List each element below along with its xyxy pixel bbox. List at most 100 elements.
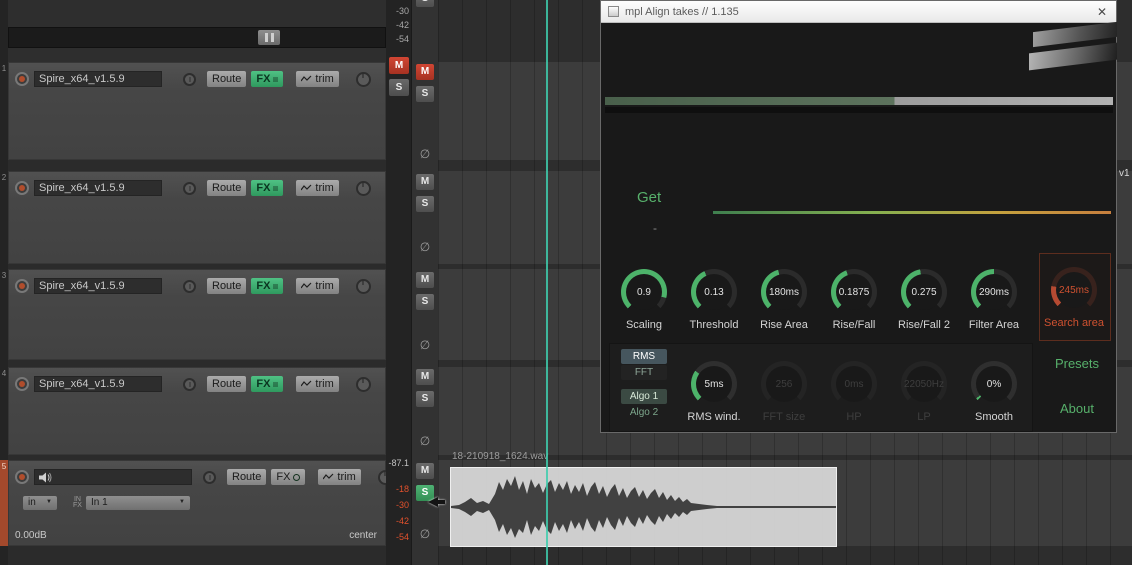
scrollbar-handle[interactable] <box>258 30 280 45</box>
pan-knob[interactable] <box>355 376 371 392</box>
input-select-dropdown[interactable]: In 1 ▼ <box>85 495 190 510</box>
knob-rise-area[interactable]: 180ms Rise Area <box>752 269 816 331</box>
pan-readout[interactable]: center <box>349 530 377 541</box>
pan-knob[interactable] <box>355 180 371 196</box>
knob-value: 0.13 <box>704 286 724 298</box>
presets-button[interactable]: Presets <box>1037 356 1117 371</box>
track-panel-3: Spire_x64_v1.5.9 Route FX trim <box>8 269 386 360</box>
fx-button[interactable]: FX <box>271 469 306 485</box>
trim-button[interactable]: trim <box>296 278 339 294</box>
master-solo-button[interactable]: S <box>389 79 409 96</box>
track-name-field[interactable]: Spire_x64_v1.5.9 <box>34 180 162 196</box>
track-name-field[interactable]: Spire_x64_v1.5.9 <box>34 71 162 87</box>
knob-arc: 0.1875 <box>831 269 877 315</box>
plugin-window: mpl Align takes // 1.135 ✕ Get - 0.9 Sca… <box>600 0 1117 433</box>
track-number: 2 <box>1 173 7 182</box>
track4-mute-button[interactable]: M <box>416 369 434 385</box>
knob-rise-fall-2[interactable]: 0.275 Rise/Fall 2 <box>892 269 956 331</box>
track2-solo-button[interactable]: S <box>416 196 434 212</box>
trim-button[interactable]: trim <box>296 180 339 196</box>
media-item[interactable] <box>450 467 837 547</box>
knob-smooth[interactable]: 0% Smooth <box>962 361 1026 423</box>
monitor-button[interactable] <box>203 470 216 484</box>
track-name-field[interactable]: Spire_x64_v1.5.9 <box>34 376 162 392</box>
algo1-button[interactable]: Algo 1 <box>621 389 667 404</box>
algo2-button[interactable]: Algo 2 <box>621 405 667 420</box>
reaper-main-window: v1 18-210918_1624.wav 1 2 3 4 5 Spire_x6… <box>0 0 1132 565</box>
knob-fft-size: 256 FFT size <box>752 361 816 423</box>
record-arm-button[interactable] <box>15 72 29 86</box>
close-icon[interactable]: ✕ <box>1095 5 1109 19</box>
track-name-field[interactable]: Spire_x64_v1.5.9 <box>34 278 162 294</box>
knob-rise-fall[interactable]: 0.1875 Rise/Fall <box>822 269 886 331</box>
track5-mute-button[interactable]: M <box>416 463 434 479</box>
knob-scaling[interactable]: 0.9 Scaling <box>612 269 676 331</box>
monitor-button[interactable] <box>183 279 196 293</box>
track1-fx-empty-icon[interactable]: ∅ <box>418 147 432 161</box>
track3-mute-button[interactable]: M <box>416 272 434 288</box>
trim-label: trim <box>315 279 334 292</box>
track2-mute-button[interactable]: M <box>416 174 434 190</box>
knob-rms-window[interactable]: 5ms RMS wind. <box>682 361 746 423</box>
volume-readout[interactable]: 0.00dB <box>15 530 47 541</box>
knob-filter-area[interactable]: 290ms Filter Area <box>962 269 1026 331</box>
get-button[interactable]: Get <box>637 189 661 206</box>
mode-rms-button[interactable]: RMS <box>621 349 667 364</box>
knob-search-area[interactable]: 245ms Search area <box>1042 267 1106 329</box>
trim-button[interactable]: trim <box>318 469 361 485</box>
input-mode-label: in <box>28 497 36 508</box>
knob-threshold[interactable]: 0.13 Threshold <box>682 269 746 331</box>
fx-button[interactable]: FX <box>251 278 284 294</box>
track-panel-2: Spire_x64_v1.5.9 Route FX trim <box>8 171 386 264</box>
track4-fx-empty-icon[interactable]: ∅ <box>418 434 432 448</box>
knob-dial: 180ms <box>766 274 802 310</box>
knob-dial: 0.1875 <box>836 274 872 310</box>
pan-knob[interactable] <box>355 278 371 294</box>
fx-label: FX <box>256 377 271 390</box>
plugin-titlebar[interactable]: mpl Align takes // 1.135 ✕ <box>601 1 1116 23</box>
clipped-solo-button[interactable]: S <box>416 0 434 7</box>
media-item-filename: 18-210918_1624.wav <box>452 451 549 462</box>
chevron-down-icon: ▼ <box>179 499 185 505</box>
track1-solo-button[interactable]: S <box>416 86 434 102</box>
record-arm-button[interactable] <box>15 279 29 293</box>
route-button[interactable]: Route <box>227 469 267 485</box>
track3-solo-button[interactable]: S <box>416 294 434 310</box>
route-button[interactable]: Route <box>207 278 247 294</box>
edit-cursor[interactable] <box>546 0 548 565</box>
fx-button[interactable]: FX <box>251 180 284 196</box>
monitor-button[interactable] <box>183 181 196 195</box>
track-controls-row: Spire_x64_v1.5.9 Route FX trim <box>9 172 385 199</box>
trim-button[interactable]: trim <box>296 71 339 87</box>
pan-knob[interactable] <box>355 71 371 87</box>
knob-arc: 290ms <box>971 269 1017 315</box>
monitor-button[interactable] <box>183 377 196 391</box>
mode-fft-button[interactable]: FFT <box>621 365 667 380</box>
knob-value: 256 <box>775 378 793 390</box>
input-mode-dropdown[interactable]: in ▼ <box>23 495 57 510</box>
fx-button[interactable]: FX <box>251 376 284 392</box>
route-label: Route <box>212 72 242 85</box>
horizontal-scrollbar[interactable] <box>8 27 386 48</box>
record-arm-button[interactable] <box>15 377 29 391</box>
route-button[interactable]: Route <box>207 376 247 392</box>
route-button[interactable]: Route <box>207 180 247 196</box>
track3-fx-empty-icon[interactable]: ∅ <box>418 338 432 352</box>
record-arm-button[interactable] <box>15 470 29 484</box>
trim-label: trim <box>315 377 334 390</box>
fx-button[interactable]: FX <box>251 71 284 87</box>
knob-label: LP <box>917 411 931 423</box>
master-mute-button[interactable]: M <box>389 57 409 74</box>
trim-label: trim <box>315 72 334 85</box>
track-name-field[interactable] <box>34 469 192 485</box>
about-button[interactable]: About <box>1037 401 1117 416</box>
monitor-button[interactable] <box>183 72 196 86</box>
route-button[interactable]: Route <box>207 71 247 87</box>
track1-mute-button[interactable]: M <box>416 64 434 80</box>
knob-label: Search area <box>1044 317 1104 329</box>
track4-solo-button[interactable]: S <box>416 391 434 407</box>
trim-button[interactable]: trim <box>296 376 339 392</box>
track5-fx-empty-icon[interactable]: ∅ <box>418 527 432 541</box>
record-arm-button[interactable] <box>15 181 29 195</box>
track2-fx-empty-icon[interactable]: ∅ <box>418 240 432 254</box>
